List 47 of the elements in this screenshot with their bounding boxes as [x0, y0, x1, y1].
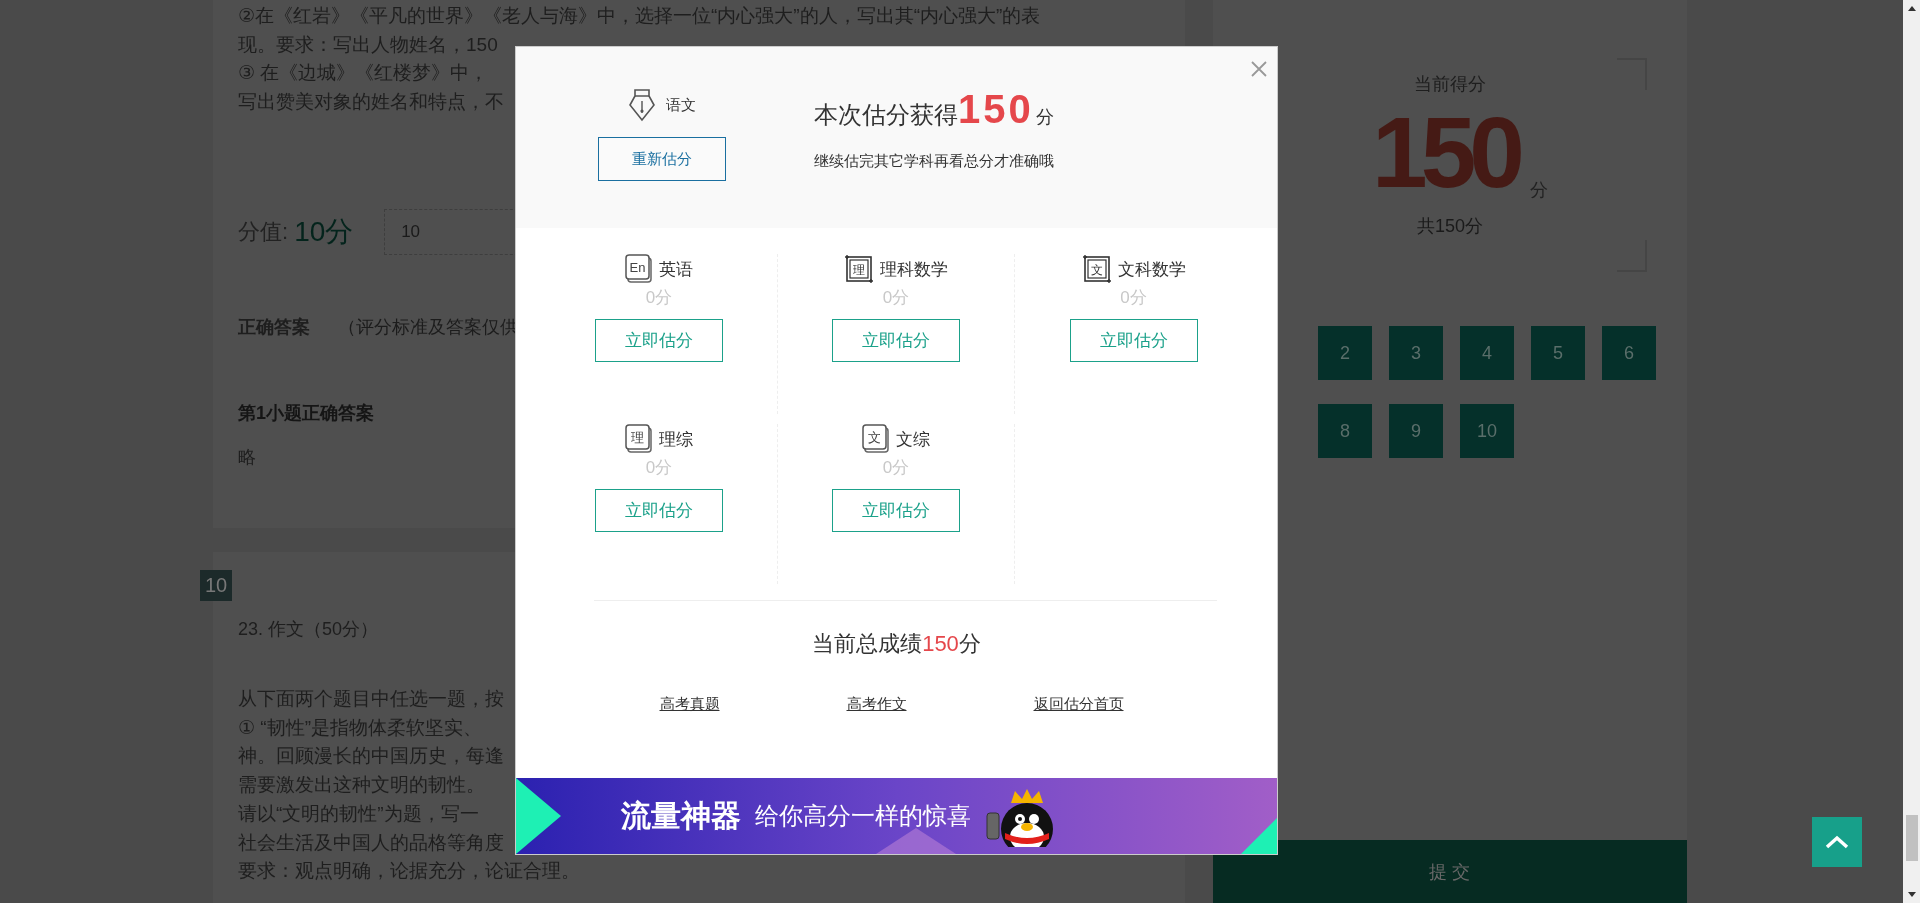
book-icon: 文 [862, 424, 890, 454]
question-number-button[interactable]: 6 [1602, 326, 1656, 380]
close-icon[interactable] [1250, 60, 1268, 78]
subject-name: 语文 [666, 95, 696, 115]
framed-character-icon: 理 [844, 254, 874, 284]
estimate-button[interactable]: 立即估分 [595, 489, 723, 532]
question-number-button[interactable]: 4 [1460, 326, 1514, 380]
book-icon: En [625, 254, 653, 284]
subject-name: 理科数学 [880, 258, 948, 281]
question-number-button[interactable]: 8 [1318, 404, 1372, 458]
pen-nib-icon [628, 87, 656, 123]
hint-text: 继续估完其它学科再看总分才准确哦 [814, 152, 1054, 171]
book-icon: 理 [625, 424, 653, 454]
estimate-button[interactable]: 立即估分 [832, 319, 960, 362]
score-value: 10分 [294, 214, 355, 249]
result-score: 150 [958, 87, 1034, 132]
question-number-button[interactable]: 3 [1389, 326, 1443, 380]
subject-name: 理综 [659, 428, 693, 451]
subject-name: 文综 [896, 428, 930, 451]
estimate-button[interactable]: 立即估分 [595, 319, 723, 362]
banner-tagline: 给你高分一样的惊喜 [755, 801, 971, 831]
subject-name: 英语 [659, 258, 693, 281]
nav-link[interactable]: 返回估分首页 [1033, 695, 1124, 714]
chevron-up-icon [1824, 834, 1850, 850]
result-label: 本次估分获得 [814, 100, 958, 130]
framed-character-icon: 文 [1081, 254, 1112, 284]
nav-link[interactable]: 高考作文 [846, 695, 907, 714]
re-estimate-button[interactable]: 重新估分 [598, 137, 726, 181]
submit-button[interactable]: 提 交 [1213, 840, 1687, 903]
banner-headline: 流量神器 [621, 797, 741, 834]
back-to-top-button[interactable] [1812, 817, 1862, 867]
banner-triangle [1241, 818, 1277, 854]
estimate-button[interactable]: 立即估分 [1069, 319, 1198, 362]
question-number-button[interactable]: 9 [1389, 404, 1443, 458]
result-unit: 分 [1035, 106, 1054, 129]
estimate-button[interactable]: 立即估分 [832, 489, 960, 532]
question-number-badge: 10 [200, 570, 233, 601]
question-number-button[interactable]: 5 [1531, 326, 1585, 380]
score-number: 150 [1372, 102, 1520, 202]
question-number-button[interactable]: 2 [1318, 326, 1372, 380]
total-score-text: 当前总成绩150分 [811, 630, 982, 658]
subject-name: 文科数学 [1117, 258, 1186, 281]
nav-link[interactable]: 高考真题 [659, 695, 720, 714]
sub-answer-title: 第1小题正确答案 [238, 401, 374, 425]
ad-banner[interactable]: 流量神器 给你高分一样的惊喜 [516, 778, 1277, 854]
question-number-button[interactable]: 10 [1460, 404, 1514, 458]
scrollbar-thumb[interactable] [1905, 815, 1918, 861]
